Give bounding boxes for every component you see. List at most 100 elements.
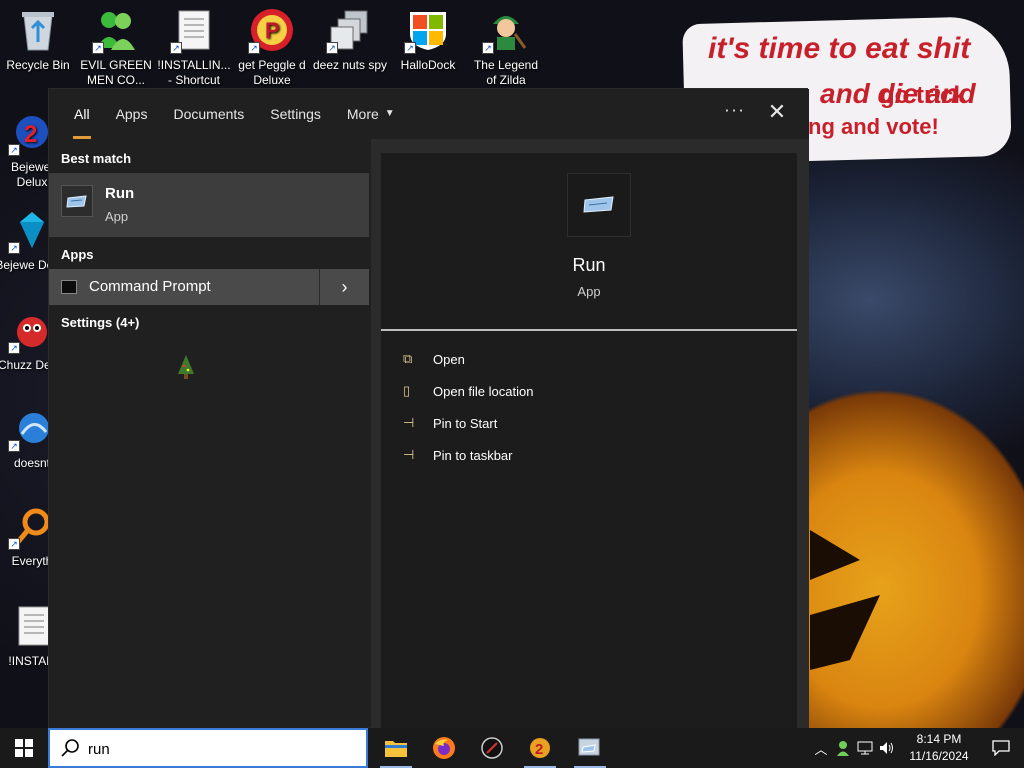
desktop-icon-deez-nuts-spy[interactable]: ↗ deez nuts spy <box>312 6 388 73</box>
bubble-text-line-1: it's time to eat shit <box>708 32 971 65</box>
action-pin-to-taskbar[interactable]: ⊣ Pin to taskbar <box>403 443 513 467</box>
settings-heading[interactable]: Settings (4+) <box>61 315 139 330</box>
best-match-result-run[interactable]: Run App <box>49 173 369 237</box>
peggle-icon: P ↗ <box>248 6 296 54</box>
close-button[interactable]: ✕ <box>765 101 789 125</box>
action-center-button[interactable] <box>978 728 1024 768</box>
taskbar: 2 ︿ 8:14 PM 11/16/2024 <box>0 728 1024 768</box>
desktop-icon-label: Recycle Bin <box>6 58 70 72</box>
compass-icon <box>481 737 503 759</box>
system-tray: ︿ <box>810 728 898 768</box>
show-hidden-icons-button[interactable]: ︿ <box>810 728 832 768</box>
pin-icon: ⊣ <box>403 415 415 430</box>
close-icon: ✕ <box>767 100 787 125</box>
tab-documents[interactable]: Documents <box>160 89 257 139</box>
result-name: Run <box>105 185 135 202</box>
volume-icon[interactable] <box>876 728 898 768</box>
run-icon <box>567 173 631 237</box>
action-open-file-location[interactable]: ▯ Open file location <box>403 379 533 403</box>
tab-label: More <box>346 106 379 122</box>
desktop-icon-hallodock[interactable]: ↗ HalloDock <box>390 6 466 73</box>
more-options-button[interactable]: ··· <box>723 101 747 120</box>
tray-people-icon[interactable] <box>832 728 854 768</box>
taskbar-app-bejeweled[interactable]: 2 <box>516 728 564 768</box>
apps-heading: Apps <box>61 247 94 262</box>
svg-text:2: 2 <box>535 741 543 758</box>
stacked-windows-icon: ↗ <box>326 6 374 54</box>
bubble-text-line-2b: go trick <box>880 82 967 109</box>
svg-text:P: P <box>265 18 280 43</box>
result-preview-pane: Run App ⧉ Open ▯ Open file location ⊣ Pi… <box>371 139 809 729</box>
christmas-tree-cursor-icon <box>178 355 194 379</box>
taskbar-app-firefox[interactable] <box>420 728 468 768</box>
start-button[interactable] <box>0 728 48 768</box>
action-pin-to-start[interactable]: ⊣ Pin to Start <box>403 411 497 435</box>
expand-chevron-button[interactable]: › <box>320 269 369 305</box>
result-type: App <box>105 209 129 224</box>
folder-icon <box>385 741 407 757</box>
tab-all[interactable]: All <box>61 89 103 139</box>
divider <box>381 329 797 331</box>
search-input[interactable] <box>88 738 358 760</box>
tab-settings[interactable]: Settings <box>257 89 334 139</box>
tab-label: Settings <box>270 106 321 122</box>
taskbar-app-run[interactable] <box>566 728 614 768</box>
action-label: Open file location <box>433 383 534 399</box>
desktop-icon-recycle-bin[interactable]: Recycle Bin <box>0 6 76 73</box>
pumpkin-face-icon <box>810 530 880 670</box>
desktop-icon-installing-shortcut[interactable]: ↗ !INSTALLIN... - Shortcut <box>156 6 232 88</box>
desktop-icon-label: !INSTALLIN... - Shortcut <box>157 58 231 87</box>
search-filter-tabs: All Apps Documents Settings More ▼ <box>49 89 809 139</box>
svg-text:2: 2 <box>24 121 37 148</box>
result-name: Command Prompt <box>89 278 211 295</box>
preview-app-type: App <box>577 284 601 299</box>
start-search-panel: All Apps Documents Settings More ▼ ··· ✕… <box>48 88 809 729</box>
clock-time: 8:14 PM <box>916 732 962 746</box>
run-icon <box>61 185 93 217</box>
recycle-bin-icon <box>14 6 62 54</box>
clock-date: 11/16/2024 <box>909 749 969 763</box>
action-open[interactable]: ⧉ Open <box>403 347 465 371</box>
tab-label: Documents <box>173 106 245 122</box>
search-results-list: Best match Run App Apps Command Prompt ›… <box>49 139 369 729</box>
desktop-icon-peggle[interactable]: P ↗ get Peggle d Deluxe <box>234 6 310 88</box>
bejeweled-gem-icon: 2 <box>530 738 550 758</box>
desktop-icon-label: EVIL GREEN MEN CO... <box>80 58 152 87</box>
notification-icon <box>992 740 1010 756</box>
taskbar-app-file-explorer[interactable] <box>372 728 420 768</box>
action-label: Open <box>433 351 465 367</box>
chevron-up-icon: ︿ <box>814 742 828 758</box>
desktop-icon-label: The Legend of Zilda <box>473 58 539 87</box>
file-location-icon: ▯ <box>403 383 411 398</box>
tab-label: Apps <box>115 106 148 122</box>
taskbar-app-compass[interactable] <box>468 728 516 768</box>
windows-logo-icon: ↗ <box>404 6 452 54</box>
text-document-icon: ↗ <box>170 6 218 54</box>
open-icon: ⧉ <box>403 351 413 366</box>
zilda-character-icon: ↗ <box>482 6 530 54</box>
desktop-icon-label: get Peggle d Deluxe <box>238 58 306 87</box>
preview-app-name: Run <box>572 255 606 275</box>
chevron-right-icon: › <box>341 277 348 297</box>
messenger-people-icon: ↗ <box>92 6 140 54</box>
desktop-icon-legend-of-zilda[interactable]: ↗ The Legend of Zilda <box>468 6 544 88</box>
action-label: Pin to taskbar <box>433 447 513 463</box>
bubble-text-line-3: ng and vote! <box>808 114 939 139</box>
caret-down-icon: ▼ <box>384 108 395 119</box>
tab-more[interactable]: More ▼ <box>334 89 408 139</box>
network-icon[interactable] <box>854 728 876 768</box>
tab-apps[interactable]: Apps <box>103 89 161 139</box>
app-result-command-prompt[interactable]: Command Prompt › <box>49 269 369 305</box>
best-match-heading: Best match <box>61 151 132 166</box>
search-icon <box>61 739 79 757</box>
desktop-icon-label: HalloDock <box>400 58 456 72</box>
windows-start-icon <box>15 739 33 757</box>
pin-icon: ⊣ <box>403 447 415 462</box>
action-label: Pin to Start <box>433 415 498 431</box>
taskbar-clock[interactable]: 8:14 PM 11/16/2024 <box>904 731 974 765</box>
desktop-icon-evil-green-men[interactable]: ↗ EVIL GREEN MEN CO... <box>78 6 154 88</box>
preview-card: Run App ⧉ Open ▯ Open file location ⊣ Pi… <box>381 153 797 729</box>
taskbar-search-box[interactable] <box>48 728 368 768</box>
run-icon <box>578 738 600 756</box>
tab-label: All <box>74 106 90 122</box>
